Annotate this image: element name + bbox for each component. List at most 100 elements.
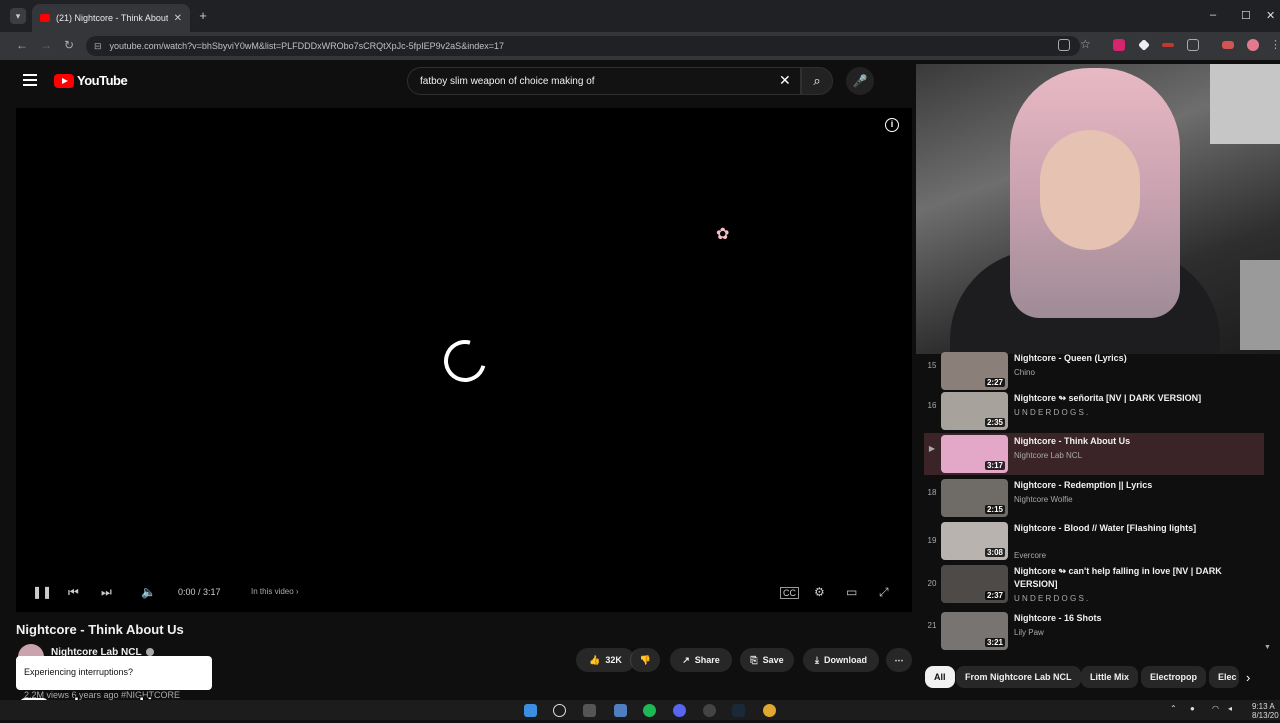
wifi-icon[interactable]: ◠	[1212, 704, 1219, 713]
playlist-thumbnail[interactable]: 2:37	[941, 565, 1008, 603]
filter-chip[interactable]: Electropop	[1141, 666, 1207, 688]
browser-tab-active[interactable]: (21) Nightcore - Think About U ✕	[32, 4, 190, 32]
steam-icon[interactable]	[732, 704, 745, 717]
search-icon: ⌕	[813, 73, 821, 88]
captions-icon[interactable]: CC	[780, 587, 799, 599]
voice-search-button[interactable]: 🎤	[846, 67, 874, 95]
browser-menu-icon[interactable]: ⋮	[1270, 38, 1280, 51]
playlist-item[interactable]: 15 2:27 Nightcore - Queen (Lyrics) Chino	[924, 350, 1264, 392]
volume-tray-icon[interactable]: ◂	[1228, 704, 1232, 713]
browser-tab-bar	[0, 0, 1280, 32]
pause-icon[interactable]: ❚❚	[32, 585, 52, 599]
site-info-icon[interactable]: ⊟	[94, 41, 102, 52]
playlist-thumbnail[interactable]: 3:08	[941, 522, 1008, 560]
playlist-item[interactable]: 19 3:08 Nightcore - Blood // Water [Flashi…	[924, 520, 1264, 562]
forward-icon[interactable]: →	[40, 38, 52, 52]
share-button[interactable]: ↗ Share	[670, 648, 732, 672]
playlist-item[interactable]: ▶ 3:17 Nightcore - Think About Us Nightcore…	[924, 433, 1264, 475]
playlist-thumbnail[interactable]: 3:17	[941, 435, 1008, 473]
clear-search-icon[interactable]: ✕	[779, 72, 791, 89]
playlist-item[interactable]: 20 2:37 Nightcore ↬ can't help falling in …	[924, 563, 1264, 605]
chips-next-icon[interactable]: ›	[1246, 670, 1250, 685]
download-button[interactable]: ⤓ Download	[803, 648, 879, 672]
fullscreen-icon[interactable]: ⤢	[879, 585, 889, 600]
playlist-channel: U N D E R D O G S .	[1014, 594, 1089, 603]
url-text: youtube.com/watch?v=bhSbyviY0wM&list=PLF…	[109, 41, 504, 51]
file-explorer-icon[interactable]	[614, 704, 627, 717]
previous-icon[interactable]: ⏮	[68, 585, 79, 600]
filter-chip[interactable]: Little Mix	[1081, 666, 1139, 688]
playlist-title[interactable]: Nightcore - Think About Us	[1014, 435, 1254, 448]
spotify-icon[interactable]	[643, 704, 656, 717]
tray-mic-icon[interactable]: ●	[1190, 704, 1195, 713]
install-app-icon[interactable]	[1058, 39, 1070, 51]
playlist-channel: Nightcore Lab NCL	[1014, 451, 1083, 460]
playlist-channel: Nightcore Wolfie	[1014, 495, 1073, 504]
task-view-icon[interactable]	[583, 704, 596, 717]
interruptions-popup[interactable]: Experiencing interruptions?	[16, 656, 212, 690]
filter-chip[interactable]: All	[925, 666, 955, 688]
tab-title: (21) Nightcore - Think About U	[56, 13, 168, 23]
more-actions-button[interactable]: ⋯	[886, 648, 912, 672]
share-label: Share	[694, 655, 720, 665]
playlist-thumbnail[interactable]: 2:35	[941, 392, 1008, 430]
playlist-item[interactable]: 18 2:15 Nightcore - Redemption || Lyrics Ni…	[924, 477, 1264, 519]
address-bar[interactable]: ⊟ youtube.com/watch?v=bhSbyviY0wM&list=P…	[86, 36, 1080, 56]
start-menu-icon[interactable]	[524, 704, 537, 717]
discord-icon[interactable]	[673, 704, 686, 717]
clock[interactable]: 9:13 A 8/13/20	[1252, 702, 1279, 720]
playlist-title[interactable]: Nightcore - Queen (Lyrics)	[1014, 352, 1254, 365]
playlist-title[interactable]: Nightcore - Blood // Water [Flashing lig…	[1014, 522, 1254, 535]
chapters-button[interactable]: In this video ›	[251, 587, 299, 596]
obs-icon[interactable]	[703, 704, 716, 717]
maximize-button[interactable]: ☐	[1241, 9, 1251, 22]
bookmark-star-icon[interactable]: ☆	[1080, 37, 1091, 51]
filter-chip[interactable]: Elec	[1209, 666, 1239, 688]
playlist-title[interactable]: Nightcore - 16 Shots	[1014, 612, 1254, 625]
new-tab-button[interactable]: +	[196, 9, 210, 23]
chrome-icon[interactable]	[763, 704, 776, 717]
playlist-channel: U N D E R D O G S .	[1014, 408, 1089, 417]
like-button[interactable]: 👍 32K	[576, 648, 635, 672]
dislike-button[interactable]: 👎	[630, 648, 660, 672]
volume-icon[interactable]: 🔈	[141, 585, 156, 599]
playlist-item[interactable]: 16 2:35 Nightcore ↬ señorita [NV | DARK VE…	[924, 390, 1264, 432]
tray-chevron-icon[interactable]: ⌃	[1170, 704, 1177, 713]
search-input[interactable]: fatboy slim weapon of choice making of	[407, 67, 801, 95]
filter-chip[interactable]: From Nightcore Lab NCL	[956, 666, 1081, 688]
next-icon[interactable]: ⏭	[101, 585, 112, 600]
taskbar-search-icon[interactable]	[553, 704, 566, 717]
extension-icon[interactable]	[1162, 43, 1174, 47]
playlist-title[interactable]: Nightcore ↬ can't help falling in love […	[1014, 565, 1254, 591]
tab-close-icon[interactable]: ✕	[174, 13, 182, 24]
playlist-thumbnail[interactable]: 2:15	[941, 479, 1008, 517]
playlist-title[interactable]: Nightcore - Redemption || Lyrics	[1014, 479, 1254, 492]
minimize-button[interactable]: –	[1210, 9, 1216, 21]
playlist-index: 20	[927, 579, 937, 588]
extensions-puzzle-icon[interactable]	[1187, 39, 1199, 51]
tab-search-dropdown[interactable]: ▾	[10, 8, 26, 24]
info-icon[interactable]: i	[885, 118, 899, 132]
back-icon[interactable]: ←	[16, 38, 28, 52]
playlist-duration: 3:08	[984, 548, 1005, 557]
menu-hamburger-icon[interactable]	[23, 74, 37, 86]
playlist-item[interactable]: 21 3:21 Nightcore - 16 Shots Lily Paw	[924, 610, 1264, 652]
search-button[interactable]: ⌕	[801, 67, 833, 95]
extension-icon[interactable]	[1113, 39, 1125, 51]
playlist-title[interactable]: Nightcore ↬ señorita [NV | DARK VERSION]	[1014, 392, 1254, 405]
playlist-index: 16	[927, 401, 937, 410]
youtube-logo[interactable]: YouTube	[54, 73, 128, 88]
playlist-thumbnail[interactable]: 2:27	[941, 352, 1008, 390]
playlist-channel: Evercore	[1014, 551, 1047, 560]
miniplayer-icon[interactable]: ▭	[846, 585, 857, 599]
media-control-icon[interactable]	[1222, 41, 1234, 49]
settings-gear-icon[interactable]: ⚙	[814, 585, 825, 599]
close-window-button[interactable]: ✕	[1266, 9, 1275, 22]
profile-avatar-icon[interactable]	[1247, 39, 1259, 51]
save-button[interactable]: ⎘ Save	[740, 648, 794, 672]
clock-date: 8/13/20	[1252, 711, 1279, 720]
reload-icon[interactable]: ↻	[64, 38, 74, 52]
playlist-scroll-down-icon[interactable]: ▼	[1264, 644, 1271, 651]
share-icon: ↗	[682, 654, 690, 665]
playlist-thumbnail[interactable]: 3:21	[941, 612, 1008, 650]
